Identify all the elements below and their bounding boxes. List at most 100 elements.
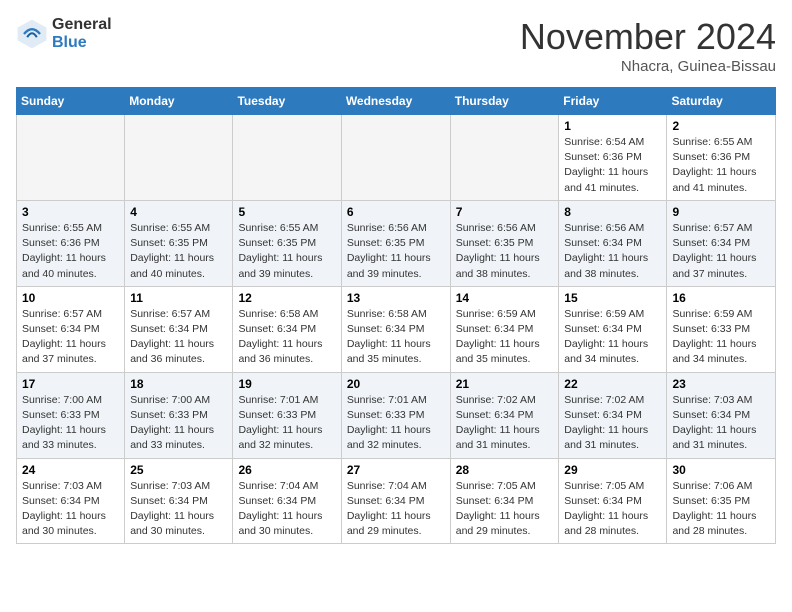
day-number: 22 bbox=[564, 377, 661, 391]
calendar-cell: 12 Sunrise: 6:58 AM Sunset: 6:34 PM Dayli… bbox=[233, 286, 341, 372]
logo-blue: Blue bbox=[52, 34, 112, 52]
day-info: Sunrise: 7:02 AM Sunset: 6:34 PM Dayligh… bbox=[564, 393, 661, 454]
day-header-thursday: Thursday bbox=[450, 88, 559, 115]
day-info: Sunrise: 7:05 AM Sunset: 6:34 PM Dayligh… bbox=[456, 479, 554, 540]
day-info: Sunrise: 6:55 AM Sunset: 6:35 PM Dayligh… bbox=[238, 221, 335, 282]
day-info: Sunrise: 6:59 AM Sunset: 6:34 PM Dayligh… bbox=[456, 307, 554, 368]
day-number: 10 bbox=[22, 291, 119, 305]
calendar-cell bbox=[17, 115, 125, 201]
calendar-cell: 7 Sunrise: 6:56 AM Sunset: 6:35 PM Daylig… bbox=[450, 200, 559, 286]
day-number: 29 bbox=[564, 463, 661, 477]
day-number: 17 bbox=[22, 377, 119, 391]
calendar-week-4: 17 Sunrise: 7:00 AM Sunset: 6:33 PM Dayli… bbox=[17, 372, 776, 458]
day-number: 13 bbox=[347, 291, 445, 305]
calendar-cell: 4 Sunrise: 6:55 AM Sunset: 6:35 PM Daylig… bbox=[125, 200, 233, 286]
calendar-cell: 23Sunrise: 7:03 AM Sunset: 6:34 PM Dayli… bbox=[667, 372, 776, 458]
calendar-cell: 22 Sunrise: 7:02 AM Sunset: 6:34 PM Dayli… bbox=[559, 372, 667, 458]
calendar-cell: 21 Sunrise: 7:02 AM Sunset: 6:34 PM Dayli… bbox=[450, 372, 559, 458]
day-number: 7 bbox=[456, 205, 554, 219]
day-info: Sunrise: 7:02 AM Sunset: 6:34 PM Dayligh… bbox=[456, 393, 554, 454]
calendar-cell: 15Sunrise: 6:59 AM Sunset: 6:34 PM Dayli… bbox=[559, 286, 667, 372]
day-number: 8 bbox=[564, 205, 661, 219]
day-number: 30 bbox=[672, 463, 770, 477]
calendar-cell: 10 Sunrise: 6:57 AM Sunset: 6:34 PM Dayli… bbox=[17, 286, 125, 372]
calendar-week-1: 1 Sunrise: 6:54 AM Sunset: 6:36 PM Daylig… bbox=[17, 115, 776, 201]
day-number: 6 bbox=[347, 205, 445, 219]
day-info: Sunrise: 6:59 AM Sunset: 6:34 PM Dayligh… bbox=[564, 307, 661, 368]
day-number: 12 bbox=[238, 291, 335, 305]
day-info: Sunrise: 6:56 AM Sunset: 6:35 PM Dayligh… bbox=[456, 221, 554, 282]
day-info: Sunrise: 7:01 AM Sunset: 6:33 PM Dayligh… bbox=[347, 393, 445, 454]
calendar-cell: 26 Sunrise: 7:04 AM Sunset: 6:34 PM Dayli… bbox=[233, 458, 341, 544]
calendar-cell: 27 Sunrise: 7:04 AM Sunset: 6:34 PM Dayli… bbox=[341, 458, 450, 544]
day-number: 9 bbox=[672, 205, 770, 219]
location: Nhacra, Guinea-Bissau bbox=[520, 58, 776, 75]
month-title: November 2024 bbox=[520, 16, 776, 58]
day-info: Sunrise: 6:57 AM Sunset: 6:34 PM Dayligh… bbox=[672, 221, 770, 282]
day-header-sunday: Sunday bbox=[17, 88, 125, 115]
calendar-cell bbox=[450, 115, 559, 201]
day-number: 26 bbox=[238, 463, 335, 477]
day-number: 20 bbox=[347, 377, 445, 391]
calendar-cell: 18 Sunrise: 7:00 AM Sunset: 6:33 PM Dayli… bbox=[125, 372, 233, 458]
title-block: November 2024 Nhacra, Guinea-Bissau bbox=[520, 16, 776, 75]
calendar-table: SundayMondayTuesdayWednesdayThursdayFrid… bbox=[16, 87, 776, 544]
day-info: Sunrise: 6:55 AM Sunset: 6:36 PM Dayligh… bbox=[672, 135, 770, 196]
logo-icon bbox=[16, 18, 48, 50]
day-info: Sunrise: 6:55 AM Sunset: 6:36 PM Dayligh… bbox=[22, 221, 119, 282]
day-number: 18 bbox=[130, 377, 227, 391]
calendar-cell: 6 Sunrise: 6:56 AM Sunset: 6:35 PM Daylig… bbox=[341, 200, 450, 286]
calendar-week-3: 10 Sunrise: 6:57 AM Sunset: 6:34 PM Dayli… bbox=[17, 286, 776, 372]
day-info: Sunrise: 6:57 AM Sunset: 6:34 PM Dayligh… bbox=[130, 307, 227, 368]
calendar-cell: 2 Sunrise: 6:55 AM Sunset: 6:36 PM Daylig… bbox=[667, 115, 776, 201]
calendar-cell: 16 Sunrise: 6:59 AM Sunset: 6:33 PM Dayli… bbox=[667, 286, 776, 372]
calendar-cell: 29 Sunrise: 7:05 AM Sunset: 6:34 PM Dayli… bbox=[559, 458, 667, 544]
day-info: Sunrise: 7:03 AM Sunset: 6:34 PM Dayligh… bbox=[130, 479, 227, 540]
day-number: 19 bbox=[238, 377, 335, 391]
calendar-cell: 17 Sunrise: 7:00 AM Sunset: 6:33 PM Dayli… bbox=[17, 372, 125, 458]
day-info: Sunrise: 6:58 AM Sunset: 6:34 PM Dayligh… bbox=[238, 307, 335, 368]
day-number: 11 bbox=[130, 291, 227, 305]
logo: General Blue bbox=[16, 16, 112, 51]
day-info: Sunrise: 7:00 AM Sunset: 6:33 PM Dayligh… bbox=[130, 393, 227, 454]
day-header-wednesday: Wednesday bbox=[341, 88, 450, 115]
day-info: Sunrise: 7:03 AM Sunset: 6:34 PM Dayligh… bbox=[22, 479, 119, 540]
day-info: Sunrise: 7:01 AM Sunset: 6:33 PM Dayligh… bbox=[238, 393, 335, 454]
calendar-header-row: SundayMondayTuesdayWednesdayThursdayFrid… bbox=[17, 88, 776, 115]
day-info: Sunrise: 7:05 AM Sunset: 6:34 PM Dayligh… bbox=[564, 479, 661, 540]
day-info: Sunrise: 6:59 AM Sunset: 6:33 PM Dayligh… bbox=[672, 307, 770, 368]
calendar-cell bbox=[125, 115, 233, 201]
calendar-cell: 8 Sunrise: 6:56 AM Sunset: 6:34 PM Daylig… bbox=[559, 200, 667, 286]
day-info: Sunrise: 6:56 AM Sunset: 6:35 PM Dayligh… bbox=[347, 221, 445, 282]
day-info: Sunrise: 7:04 AM Sunset: 6:34 PM Dayligh… bbox=[347, 479, 445, 540]
page-header: General Blue November 2024 Nhacra, Guine… bbox=[16, 16, 776, 75]
day-info: Sunrise: 6:57 AM Sunset: 6:34 PM Dayligh… bbox=[22, 307, 119, 368]
day-number: 25 bbox=[130, 463, 227, 477]
calendar-cell: 28 Sunrise: 7:05 AM Sunset: 6:34 PM Dayli… bbox=[450, 458, 559, 544]
day-number: 16 bbox=[672, 291, 770, 305]
day-number: 27 bbox=[347, 463, 445, 477]
calendar-cell: 14Sunrise: 6:59 AM Sunset: 6:34 PM Dayli… bbox=[450, 286, 559, 372]
calendar-cell: 30 Sunrise: 7:06 AM Sunset: 6:35 PM Dayli… bbox=[667, 458, 776, 544]
calendar-week-5: 24 Sunrise: 7:03 AM Sunset: 6:34 PM Dayli… bbox=[17, 458, 776, 544]
day-number: 24 bbox=[22, 463, 119, 477]
calendar-cell: 25 Sunrise: 7:03 AM Sunset: 6:34 PM Dayli… bbox=[125, 458, 233, 544]
calendar-cell: 9 Sunrise: 6:57 AM Sunset: 6:34 PM Daylig… bbox=[667, 200, 776, 286]
day-info: Sunrise: 6:55 AM Sunset: 6:35 PM Dayligh… bbox=[130, 221, 227, 282]
day-number: 28 bbox=[456, 463, 554, 477]
calendar-cell: 20 Sunrise: 7:01 AM Sunset: 6:33 PM Dayli… bbox=[341, 372, 450, 458]
calendar-cell: 11 Sunrise: 6:57 AM Sunset: 6:34 PM Dayli… bbox=[125, 286, 233, 372]
day-info: Sunrise: 7:00 AM Sunset: 6:33 PM Dayligh… bbox=[22, 393, 119, 454]
day-number: 4 bbox=[130, 205, 227, 219]
day-number: 3 bbox=[22, 205, 119, 219]
day-info: Sunrise: 6:56 AM Sunset: 6:34 PM Dayligh… bbox=[564, 221, 661, 282]
day-info: Sunrise: 7:04 AM Sunset: 6:34 PM Dayligh… bbox=[238, 479, 335, 540]
day-info: Sunrise: 7:06 AM Sunset: 6:35 PM Dayligh… bbox=[672, 479, 770, 540]
calendar-week-2: 3 Sunrise: 6:55 AM Sunset: 6:36 PM Daylig… bbox=[17, 200, 776, 286]
day-info: Sunrise: 6:54 AM Sunset: 6:36 PM Dayligh… bbox=[564, 135, 661, 196]
calendar-cell: 5Sunrise: 6:55 AM Sunset: 6:35 PM Daylig… bbox=[233, 200, 341, 286]
day-number: 1 bbox=[564, 119, 661, 133]
day-number: 2 bbox=[672, 119, 770, 133]
day-number: 21 bbox=[456, 377, 554, 391]
day-header-monday: Monday bbox=[125, 88, 233, 115]
